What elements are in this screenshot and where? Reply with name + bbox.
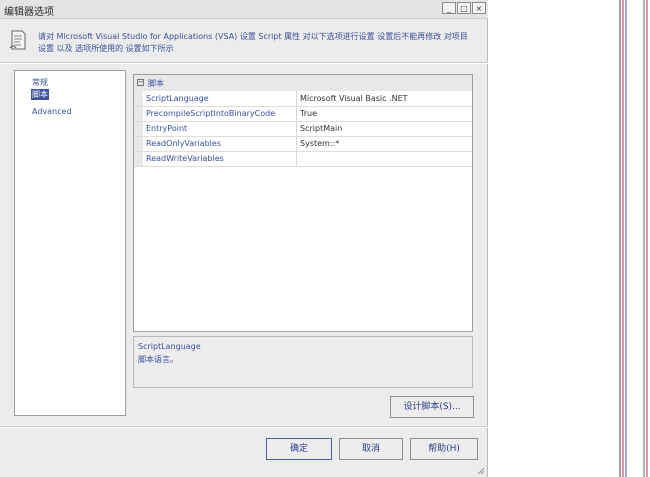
property-row[interactable]: PrecompileScriptIntoBinaryCode True [134, 106, 472, 122]
description-text: 脚本语言。 [138, 355, 178, 364]
column-divider[interactable] [296, 121, 297, 136]
resize-grip-icon[interactable] [477, 467, 485, 475]
script-task-editor-dialog: 编辑器选项 _ □ × 请对 Microsoft Visual Studio f… [0, 0, 488, 477]
nav-item-advanced[interactable]: Advanced [31, 107, 73, 116]
column-divider[interactable] [296, 106, 297, 121]
property-name: ScriptLanguage [146, 94, 209, 103]
property-row[interactable]: ScriptLanguage Microsoft Visual Basic .N… [134, 91, 472, 107]
property-name: PrecompileScriptIntoBinaryCode [146, 109, 276, 118]
collapse-icon[interactable]: − [137, 79, 144, 86]
cancel-button[interactable]: 取消 [339, 438, 403, 460]
column-divider[interactable] [296, 136, 297, 151]
property-grid: − 脚本 ScriptLanguage Microsoft Visual Bas… [133, 74, 473, 332]
window-title: 编辑器选项 [4, 7, 54, 18]
property-value[interactable]: Microsoft Visual Basic .NET [300, 94, 470, 103]
property-row[interactable]: EntryPoint ScriptMain [134, 121, 472, 137]
nav-item-general[interactable]: 常规 [31, 77, 49, 88]
property-name: EntryPoint [146, 124, 188, 133]
navigation-pane: 常规 脚本 Advanced [14, 70, 126, 416]
column-divider[interactable] [296, 91, 297, 106]
property-name: ReadOnlyVariables [146, 139, 221, 148]
nav-item-script[interactable]: 脚本 [31, 89, 49, 100]
ok-button[interactable]: 确定 [266, 438, 332, 460]
property-value[interactable]: ScriptMain [300, 124, 470, 133]
property-row[interactable]: ReadWriteVariables [134, 151, 472, 167]
minimize-button[interactable]: _ [442, 2, 456, 14]
script-scroll-icon [9, 30, 26, 50]
property-value[interactable]: True [300, 109, 470, 118]
property-value[interactable]: System::* [300, 139, 470, 148]
header-divider [0, 62, 488, 64]
help-button[interactable]: 帮助(H) [410, 438, 478, 460]
category-row[interactable]: − 脚本 [134, 75, 472, 91]
design-script-button[interactable]: 设计脚本(S)... [390, 396, 474, 418]
category-label: 脚本 [148, 79, 164, 88]
close-button[interactable]: × [472, 2, 486, 14]
footer-divider [0, 426, 488, 428]
property-row[interactable]: ReadOnlyVariables System::* [134, 136, 472, 152]
property-name: ReadWriteVariables [146, 154, 224, 163]
window-controls: _ □ × [442, 2, 486, 14]
column-divider[interactable] [296, 151, 297, 166]
property-description-panel: ScriptLanguage 脚本语言。 [133, 336, 473, 388]
header-description: 请对 Microsoft Visual Studio for Applicati… [38, 32, 468, 53]
maximize-button[interactable]: □ [457, 2, 471, 14]
description-title: ScriptLanguage [138, 342, 201, 351]
background-window-edge [619, 0, 648, 477]
title-bar[interactable]: 编辑器选项 _ □ × [0, 0, 488, 19]
